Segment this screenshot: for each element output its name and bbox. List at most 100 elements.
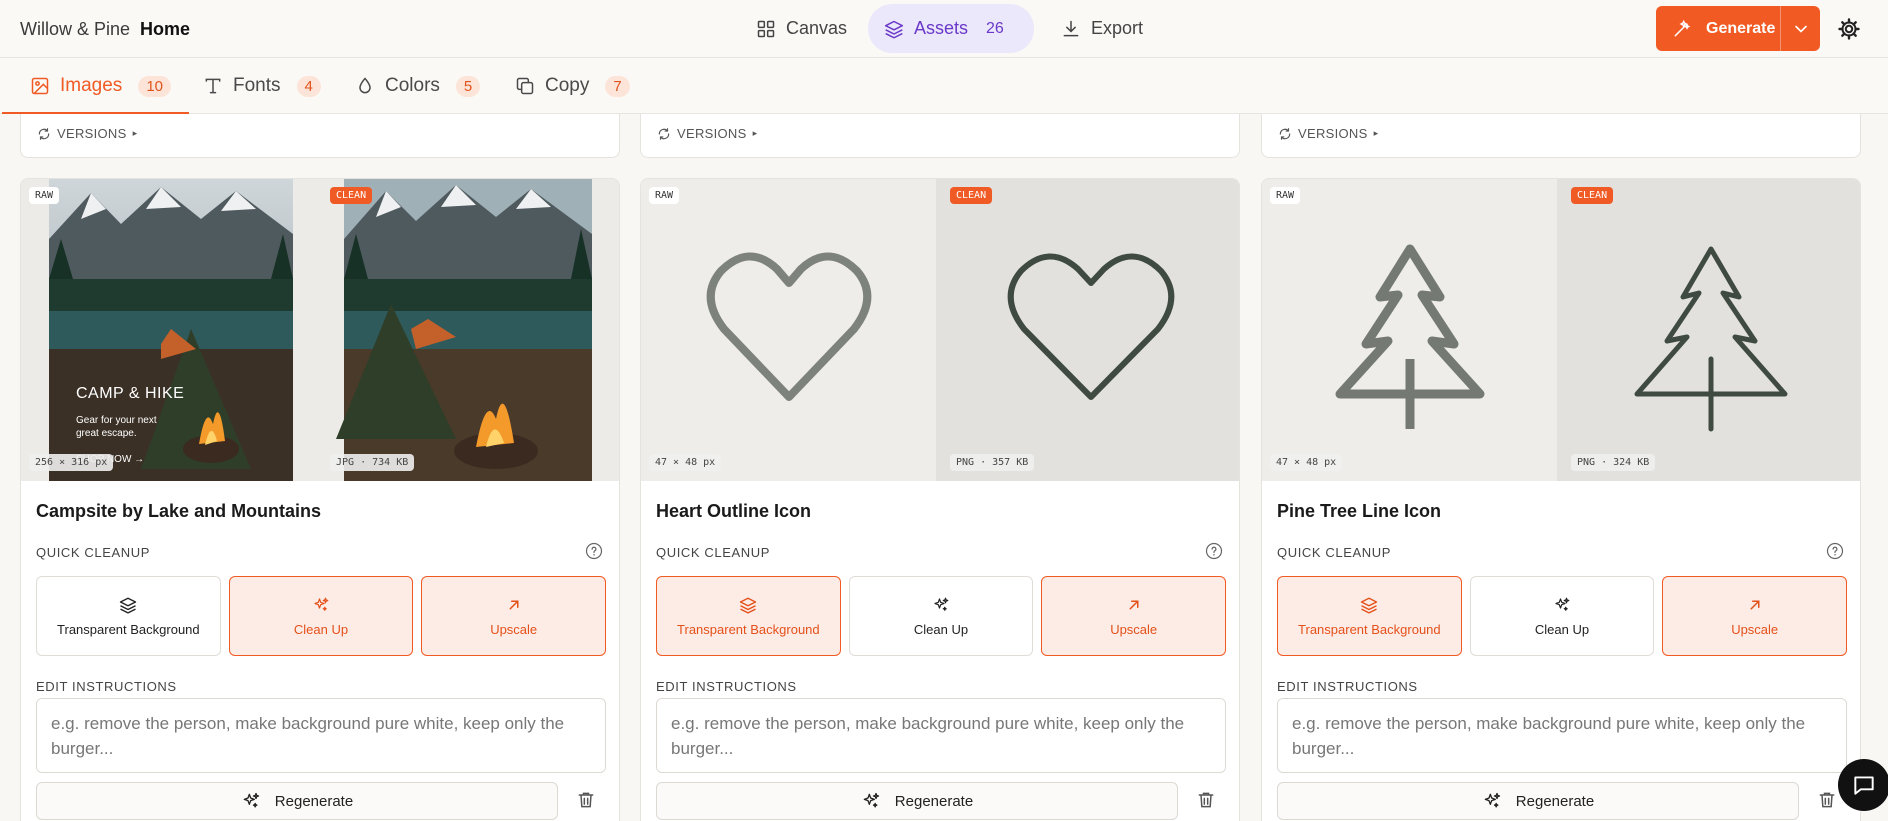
- tab-images[interactable]: Images 10: [2, 58, 189, 114]
- quick-cleanup-label: QUICK CLEANUP: [36, 545, 150, 560]
- nav-canvas[interactable]: Canvas: [740, 4, 863, 53]
- transparent-background-label: Transparent Background: [57, 621, 200, 637]
- clean-file-info: PNG · 357 KB: [950, 454, 1035, 471]
- upscale-button[interactable]: Upscale: [1662, 576, 1848, 656]
- raw-dimensions: 47 × 48 px: [1270, 454, 1343, 471]
- edit-instructions-input[interactable]: [1277, 698, 1847, 773]
- pine-tree-clean-image: [1634, 246, 1788, 432]
- gear-icon[interactable]: [1837, 17, 1861, 41]
- tab-fonts-count: 4: [296, 75, 321, 97]
- upscale-label: Upscale: [1110, 621, 1158, 637]
- top-bar: Willow & Pine Home Canvas Assets 26 Expo…: [0, 0, 1888, 58]
- layers-icon: [884, 19, 904, 39]
- caret-right-icon: ▸: [1373, 128, 1379, 138]
- tab-copy[interactable]: Copy 7: [515, 58, 630, 114]
- nav-canvas-label: Canvas: [786, 18, 848, 38]
- versions-label: VERSIONS: [57, 126, 127, 141]
- asset-card: RAW 47 × 48 px CLEAN PNG · 324 KB Pine T…: [1261, 178, 1861, 821]
- raw-preview[interactable]: RAW 47 × 48 px: [1262, 179, 1557, 481]
- raw-tag: RAW: [649, 187, 680, 204]
- arrow-up-right-icon: [1125, 596, 1143, 614]
- help-icon[interactable]: [1205, 542, 1223, 560]
- regenerate-label: Regenerate: [274, 792, 354, 810]
- raw-preview[interactable]: RAW 47 × 48 px: [641, 179, 936, 481]
- upscale-button[interactable]: Upscale: [421, 576, 607, 656]
- edit-instructions-label: EDIT INSTRUCTIONS: [656, 679, 797, 694]
- clean-preview[interactable]: CLEAN PNG · 357 KB: [936, 179, 1239, 481]
- sparkle-icon: [312, 596, 330, 614]
- generate-divider: [1780, 6, 1781, 51]
- help-icon[interactable]: [1826, 542, 1844, 560]
- transparent-background-button[interactable]: Transparent Background: [1277, 576, 1462, 656]
- ad-overlay-subtitle: Gear for your next great escape.: [76, 415, 157, 439]
- quick-cleanup-actions: Transparent Background Clean Up Upscale: [656, 576, 1227, 656]
- nav-assets-label: Assets: [914, 18, 969, 38]
- trash-icon[interactable]: [576, 790, 596, 810]
- raw-preview[interactable]: CAMP & HIKE Gear for your next great esc…: [21, 179, 316, 481]
- sparkle-icon: [1482, 791, 1502, 811]
- asset-title: Heart Outline Icon: [656, 501, 812, 521]
- generate-button[interactable]: Generate: [1656, 6, 1820, 51]
- trash-icon[interactable]: [1196, 790, 1216, 810]
- raw-dimensions: 47 × 48 px: [649, 454, 722, 471]
- versions-toggle[interactable]: VERSIONS ▸: [1278, 126, 1378, 141]
- generate-label: Generate: [1706, 19, 1776, 37]
- tab-colors-count: 5: [455, 75, 481, 97]
- arrow-up-right-icon: [505, 596, 523, 614]
- nav-export-label: Export: [1091, 18, 1144, 38]
- tab-copy-label: Copy: [545, 75, 590, 96]
- regenerate-button[interactable]: Regenerate: [656, 782, 1178, 820]
- image-icon: [31, 77, 49, 95]
- clean-preview[interactable]: CLEAN PNG · 324 KB: [1557, 179, 1860, 481]
- regenerate-label: Regenerate: [1515, 792, 1595, 810]
- edit-instructions-input[interactable]: [656, 698, 1226, 773]
- regenerate-button[interactable]: Regenerate: [36, 782, 558, 820]
- nav-assets[interactable]: Assets 26: [868, 4, 1034, 53]
- download-icon: [1063, 20, 1079, 36]
- raw-dimensions: 256 × 316 px: [29, 454, 114, 471]
- clean-up-label: Clean Up: [293, 621, 349, 637]
- help-icon[interactable]: [585, 542, 603, 560]
- sparkle-icon: [932, 596, 950, 614]
- tab-colors[interactable]: Colors 5: [355, 58, 481, 114]
- quick-cleanup-actions: Transparent Background Clean Up Upscale: [36, 576, 607, 656]
- heart-clean-image: [1007, 253, 1175, 400]
- clean-file-info: PNG · 324 KB: [1571, 454, 1656, 471]
- clean-preview[interactable]: CLEAN JPG · 734 KB: [316, 179, 619, 481]
- sparkle-icon: [1553, 596, 1571, 614]
- image-comparison: RAW 47 × 48 px CLEAN PNG · 357 KB: [641, 179, 1239, 481]
- regenerate-button[interactable]: Regenerate: [1277, 782, 1799, 820]
- trash-icon[interactable]: [1817, 790, 1837, 810]
- chat-button[interactable]: [1838, 759, 1888, 811]
- versions-strip: VERSIONS ▸: [20, 114, 620, 158]
- breadcrumb-home[interactable]: Home: [140, 19, 190, 40]
- raw-tag: RAW: [29, 187, 60, 204]
- refresh-icon: [1278, 127, 1292, 141]
- image-comparison: RAW 47 × 48 px CLEAN PNG · 324 KB: [1262, 179, 1860, 481]
- asset-title: Campsite by Lake and Mountains: [36, 501, 322, 521]
- edit-instructions-input[interactable]: [36, 698, 606, 773]
- chat-bubble-icon: [1854, 776, 1874, 795]
- clean-up-button[interactable]: Clean Up: [1469, 576, 1655, 656]
- versions-toggle[interactable]: VERSIONS ▸: [657, 126, 757, 141]
- transparent-background-button[interactable]: Transparent Background: [36, 576, 221, 656]
- sparkle-icon: [241, 791, 261, 811]
- upscale-button[interactable]: Upscale: [1041, 576, 1227, 656]
- clean-up-button[interactable]: Clean Up: [228, 576, 414, 656]
- magic-wand-icon: [1674, 19, 1691, 36]
- clean-up-label: Clean Up: [913, 621, 969, 637]
- transparent-background-label: Transparent Background: [1298, 621, 1441, 637]
- tab-colors-label: Colors: [385, 75, 440, 96]
- nav-export[interactable]: Export: [1045, 4, 1159, 53]
- clean-up-button[interactable]: Clean Up: [848, 576, 1034, 656]
- versions-toggle[interactable]: VERSIONS ▸: [37, 126, 137, 141]
- versions-strip: VERSIONS ▸: [1261, 114, 1861, 158]
- transparent-background-button[interactable]: Transparent Background: [656, 576, 841, 656]
- asset-title: Pine Tree Line Icon: [1277, 501, 1442, 521]
- versions-strip: VERSIONS ▸: [640, 114, 1240, 158]
- tab-fonts[interactable]: Fonts 4: [203, 58, 321, 114]
- quick-cleanup-label: QUICK CLEANUP: [656, 545, 770, 560]
- grid-icon: [757, 20, 775, 37]
- clean-file-info: JPG · 734 KB: [330, 454, 415, 471]
- chevron-down-icon[interactable]: [1791, 19, 1811, 39]
